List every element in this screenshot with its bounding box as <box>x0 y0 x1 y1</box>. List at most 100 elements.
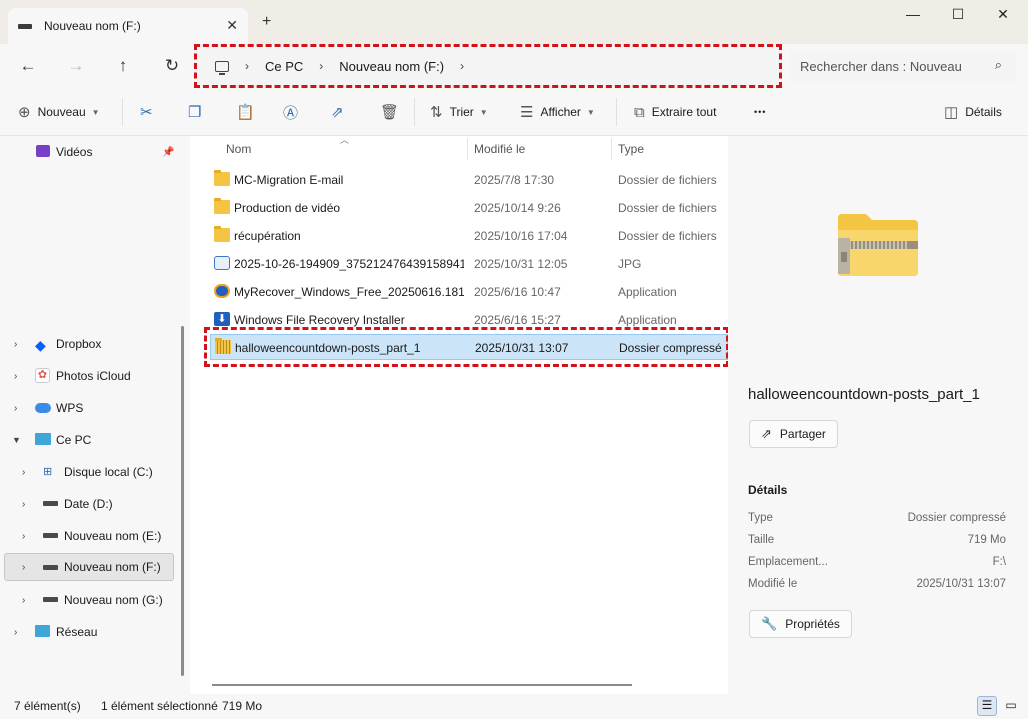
chevron-right-icon[interactable]: › <box>22 499 25 510</box>
minimize-button[interactable]: — <box>890 6 936 26</box>
file-row[interactable]: MC-Migration E-mail 2025/7/8 17:30 Dossi… <box>210 167 728 193</box>
tiles-view-icon[interactable]: ▭ <box>1001 696 1021 716</box>
maximize-button[interactable]: ☐ <box>935 6 981 26</box>
chevron-right-icon[interactable]: › <box>14 627 17 638</box>
new-tab-button[interactable]: + <box>262 13 271 31</box>
extract-all-button[interactable]: ⧉ Extraire tout <box>634 101 716 123</box>
column-divider[interactable] <box>467 138 468 160</box>
file-type: Application <box>618 313 677 327</box>
prop-key: Emplacement... <box>748 556 828 568</box>
refresh-icon[interactable]: ↻ <box>160 54 184 78</box>
drive-icon <box>43 533 58 538</box>
share-icon[interactable]: ⇗ <box>331 101 344 123</box>
myrecover-app-icon <box>214 284 230 298</box>
file-row[interactable]: MyRecover_Windows_Free_20250616.181... 2… <box>210 279 728 305</box>
sidebar-item-drive-g[interactable]: › Nouveau nom (G:) <box>0 587 178 613</box>
sidebar-item-photos-icloud[interactable]: › ✿ Photos iCloud <box>0 363 178 389</box>
share-button[interactable]: ⇗ Partager <box>749 420 838 448</box>
sidebar-item-drive-d[interactable]: › Date (D:) <box>0 491 178 517</box>
selection-highlight-annotation <box>204 327 729 367</box>
pc-icon <box>215 60 229 75</box>
chevron-right-icon[interactable]: › <box>319 59 323 73</box>
sort-button[interactable]: ⇅ Trier ▼ <box>430 101 488 123</box>
toolbar-divider <box>616 98 617 126</box>
prop-key: Modifié le <box>748 578 798 590</box>
up-arrow-icon[interactable]: ↑ <box>111 54 135 78</box>
properties-button[interactable]: 🔧 Propriétés <box>749 610 852 638</box>
pin-icon[interactable]: 📌 <box>162 147 174 158</box>
chevron-right-icon[interactable]: › <box>14 403 17 414</box>
back-arrow-icon[interactable]: ← <box>16 54 40 78</box>
horizontal-scrollbar[interactable] <box>212 684 632 686</box>
new-button[interactable]: ⊕ Nouveau ▼ <box>18 101 100 123</box>
chevron-right-icon[interactable]: › <box>245 59 249 73</box>
sidebar-item-ce-pc[interactable]: ▼ Ce PC <box>0 427 178 453</box>
photos-icloud-icon: ✿ <box>35 368 50 383</box>
chevron-right-icon[interactable]: › <box>22 467 25 478</box>
rename-icon[interactable]: Ⓐ <box>283 101 298 123</box>
view-lines-icon: ☰ <box>520 104 534 121</box>
sidebar-item-drive-e[interactable]: › Nouveau nom (E:) <box>0 523 178 549</box>
view-button[interactable]: ☰ Afficher ▼ <box>520 101 595 123</box>
more-options-icon[interactable]: ••• <box>754 101 766 123</box>
wps-cloud-icon <box>35 403 51 413</box>
breadcrumb-ce-pc[interactable]: Ce PC <box>265 59 303 74</box>
close-window-button[interactable]: ✕ <box>980 6 1026 26</box>
details-pane-button[interactable]: ◫ Détails <box>944 101 1002 123</box>
prop-key: Type <box>748 512 773 524</box>
sidebar-item-network[interactable]: › Réseau <box>0 619 178 645</box>
details-view-icon[interactable]: ☰ <box>977 696 997 716</box>
properties-label: Propriétés <box>785 617 840 631</box>
chevron-right-icon[interactable]: › <box>460 59 464 73</box>
tab-close-icon[interactable]: ✕ <box>226 17 238 34</box>
chevron-down-icon: ▼ <box>586 107 595 117</box>
installer-icon: ⬇ <box>214 312 230 326</box>
column-header-type[interactable]: Type <box>618 136 718 162</box>
search-input[interactable]: Rechercher dans : Nouveau ⌕ <box>790 51 1016 81</box>
address-bar[interactable]: › Ce PC › Nouveau nom (F:) › <box>194 44 782 88</box>
column-header-name[interactable]: Nom <box>226 136 466 162</box>
sidebar-item-videos[interactable]: Vidéos 📌 <box>0 139 178 165</box>
file-type: Dossier de fichiers <box>618 201 717 215</box>
chevron-right-icon[interactable]: › <box>14 339 17 350</box>
status-bar: 7 élément(s) 1 élément sélectionné 719 M… <box>0 694 1028 719</box>
sidebar-item-drive-f[interactable]: › Nouveau nom (F:) <box>4 553 174 581</box>
network-icon <box>35 625 50 637</box>
chevron-right-icon[interactable]: › <box>22 595 25 606</box>
chevron-right-icon[interactable]: › <box>22 531 25 542</box>
chevron-down-icon[interactable]: ▼ <box>12 435 21 445</box>
share-icon: ⇗ <box>761 426 772 441</box>
sidebar-item-label: Vidéos <box>56 145 93 159</box>
details-file-title: halloweencountdown-posts_part_1 <box>748 386 980 403</box>
file-date: 2025/10/14 9:26 <box>474 201 561 215</box>
column-divider[interactable] <box>611 138 612 160</box>
delete-icon[interactable]: 🗑 <box>380 101 399 123</box>
sidebar-item-drive-c[interactable]: › ⊞ Disque local (C:) <box>0 459 178 485</box>
file-row[interactable]: 2025-10-26-194909_3752124764391589417 20… <box>210 251 728 277</box>
sidebar-item-label: WPS <box>56 401 84 415</box>
file-name: MC-Migration E-mail <box>234 173 344 187</box>
sidebar-item-label: Nouveau nom (E:) <box>64 529 162 543</box>
column-header-modified[interactable]: Modifié le <box>474 136 604 162</box>
forward-arrow-icon[interactable]: → <box>64 54 88 78</box>
sidebar-item-label: Nouveau nom (G:) <box>64 593 163 607</box>
sidebar-scrollbar[interactable] <box>181 326 184 676</box>
file-row[interactable]: Production de vidéo 2025/10/14 9:26 Doss… <box>210 195 728 221</box>
wrench-icon: 🔧 <box>761 616 778 631</box>
extract-label: Extraire tout <box>651 105 717 119</box>
sidebar-item-dropbox[interactable]: › ◆ Dropbox <box>0 331 178 357</box>
paste-icon[interactable]: 📋 <box>236 101 255 123</box>
drive-icon <box>43 501 58 506</box>
plus-circle-icon: ⊕ <box>18 104 31 121</box>
tab-title: Nouveau nom (F:) <box>44 19 141 33</box>
chevron-right-icon[interactable]: › <box>22 562 25 573</box>
sidebar-item-wps[interactable]: › WPS <box>0 395 178 421</box>
tab-current[interactable]: Nouveau nom (F:) ✕ <box>8 8 248 44</box>
prop-value: Dossier compressé <box>907 512 1006 524</box>
drive-icon <box>18 23 32 29</box>
cut-icon[interactable]: ✂ <box>140 101 153 123</box>
chevron-right-icon[interactable]: › <box>14 371 17 382</box>
breadcrumb-drive-f[interactable]: Nouveau nom (F:) <box>339 59 444 74</box>
copy-icon[interactable]: ❐ <box>188 101 201 123</box>
file-row[interactable]: récupération 2025/10/16 17:04 Dossier de… <box>210 223 728 249</box>
